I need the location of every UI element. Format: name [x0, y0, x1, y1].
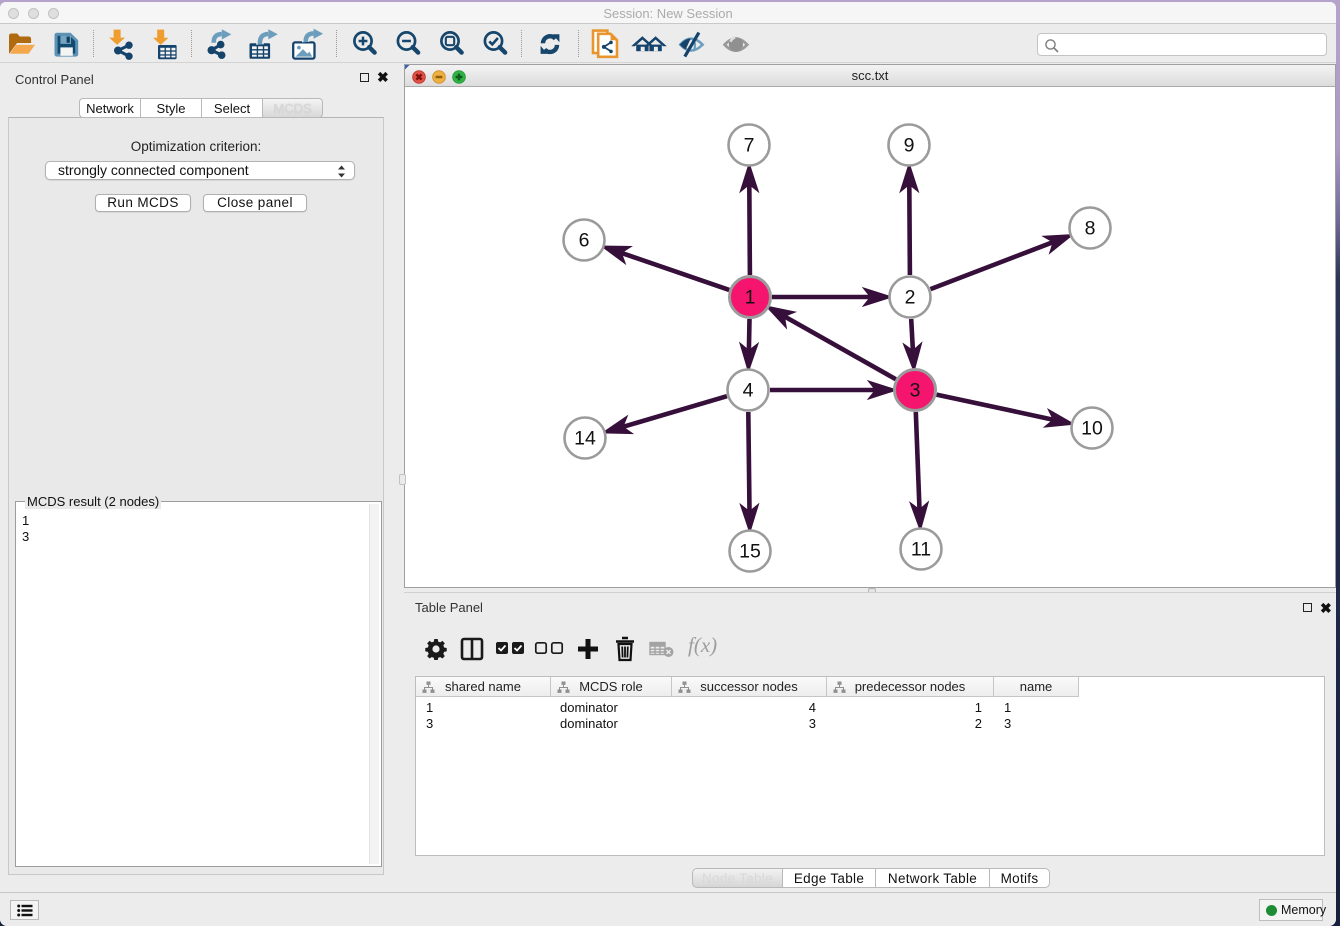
svg-text:7: 7	[744, 135, 755, 157]
svg-text:1: 1	[745, 287, 756, 309]
svg-text:9: 9	[904, 135, 915, 157]
svg-text:4: 4	[743, 380, 754, 402]
svg-text:11: 11	[911, 539, 931, 561]
svg-text:14: 14	[574, 428, 596, 450]
svg-text:10: 10	[1081, 418, 1103, 440]
svg-text:3: 3	[910, 380, 921, 402]
svg-text:15: 15	[739, 541, 761, 563]
svg-text:8: 8	[1085, 218, 1096, 240]
svg-text:6: 6	[579, 230, 590, 252]
svg-text:2: 2	[905, 287, 916, 309]
